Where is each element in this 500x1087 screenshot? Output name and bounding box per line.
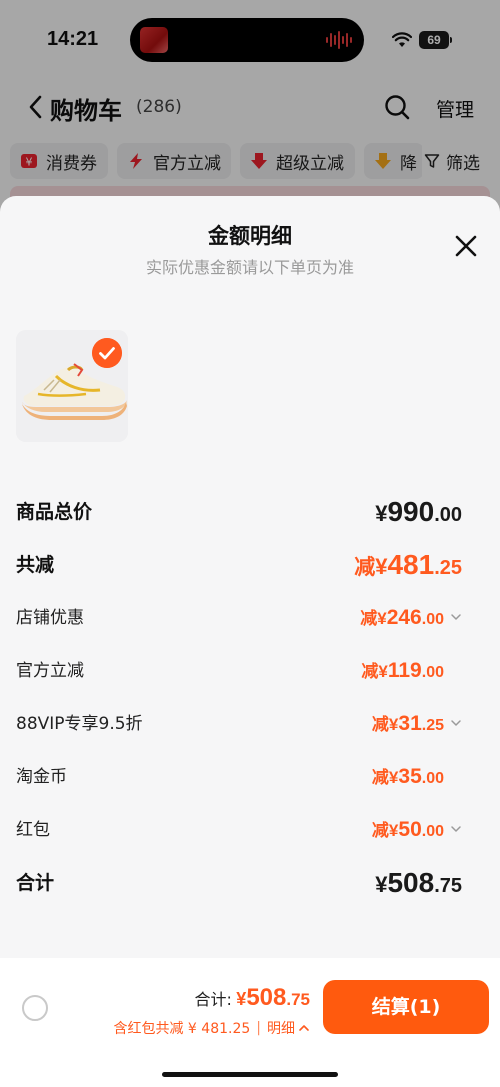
amount-row: 合计 ¥508.75: [16, 865, 462, 901]
amount-row-label: 合计: [16, 872, 55, 894]
amount-row-value: ¥508.75: [375, 865, 462, 906]
amount-row[interactable]: 店铺优惠 减¥246.00: [16, 600, 462, 636]
amount-row-value: 减¥31.25: [372, 706, 462, 744]
total-currency: ¥: [236, 989, 247, 1009]
total-amount: 合计: ¥508.75: [194, 984, 310, 1012]
amount-prefix: 减: [371, 821, 389, 841]
amount-row: 官方立减 减¥119.00: [16, 653, 462, 689]
amount-integer: 31: [398, 712, 422, 735]
amount-currency: ¥: [388, 768, 399, 787]
amount-decimal: .25: [434, 557, 462, 579]
amount-decimal: .00: [421, 611, 444, 628]
amount-integer: 35: [398, 765, 422, 788]
amount-row-label: 官方立减: [16, 661, 84, 681]
select-all-radio[interactable]: [22, 995, 48, 1021]
amount-row-label: 淘金币: [16, 767, 67, 787]
amount-prefix: 减: [360, 609, 378, 629]
home-indicator: [162, 1072, 338, 1077]
amount-row[interactable]: 88VIP专享9.5折 减¥31.25: [16, 706, 462, 742]
separator: |: [256, 1020, 261, 1036]
sheet-subtitle: 实际优惠金额请以下单页为准: [145, 258, 354, 277]
amount-prefix: 减: [354, 555, 376, 579]
chevron-down-icon: [451, 614, 461, 620]
amount-row-label: 商品总价: [16, 501, 93, 523]
chevron-down-icon: [451, 826, 461, 832]
amount-row-label: 88VIP专享9.5折: [16, 714, 143, 734]
amount-integer: 119: [387, 659, 422, 682]
amount-row: 共减 减¥481.25: [16, 547, 462, 583]
amount-detail-sheet: 金额明细 实际优惠金额请以下单页为准 商品总价 ¥990.00 共减 减¥481.25…: [0, 196, 500, 1087]
amount-row-label: 共减: [16, 554, 55, 576]
amount-integer: 990: [387, 496, 435, 527]
amount-decimal: .00: [421, 770, 444, 787]
checkout-button[interactable]: 结算(1): [323, 980, 489, 1034]
amount-currency: ¥: [388, 821, 399, 840]
amount-row-value: ¥990.00: [375, 494, 462, 535]
amount-row-value: 减¥481.25: [354, 547, 462, 588]
amount-currency: ¥: [375, 554, 388, 579]
amount-row: 商品总价 ¥990.00: [16, 494, 462, 530]
amount-decimal: .00: [434, 504, 462, 526]
amount-integer: 50: [398, 818, 422, 841]
amount-row-value: 减¥50.00: [372, 812, 462, 850]
amount-prefix: 减: [361, 662, 379, 682]
amount-currency: ¥: [378, 662, 388, 681]
chevron-up-icon: [299, 1025, 309, 1031]
total-decimal: .75: [286, 990, 310, 1009]
amount-integer: 508: [387, 867, 435, 898]
amount-integer: 481: [387, 549, 435, 580]
close-icon[interactable]: [452, 232, 480, 260]
amount-currency: ¥: [375, 501, 388, 526]
discount-text: 含红包共减 ¥ 481.25: [113, 1021, 251, 1037]
amount-decimal: .00: [421, 823, 444, 840]
amount-currency: ¥: [375, 872, 388, 897]
amount-integer: 246: [386, 606, 422, 629]
amount-row-label: 红包: [16, 820, 50, 840]
discount-summary: 含红包共减 ¥ 481.25 | 明细: [113, 1018, 310, 1038]
amount-currency: ¥: [377, 609, 387, 628]
total-label: 合计:: [194, 990, 232, 1009]
amount-row-value: 减¥119.00: [361, 653, 462, 691]
amount-row-label: 店铺优惠: [16, 608, 84, 628]
amount-decimal: .75: [434, 875, 462, 897]
sheet-title: 金额明细: [208, 224, 292, 248]
amount-row[interactable]: 红包 减¥50.00: [16, 812, 462, 848]
detail-toggle[interactable]: 明细: [267, 1018, 310, 1038]
amount-prefix: 减: [371, 715, 389, 735]
checkout-bar: 合计: ¥508.75 含红包共减 ¥ 481.25 | 明细 结算(1): [0, 958, 500, 1087]
amount-prefix: 减: [371, 768, 389, 788]
total-integer: 508: [246, 984, 287, 1011]
amount-row: 淘金币 减¥35.00: [16, 759, 462, 795]
selected-check-icon[interactable]: [92, 338, 122, 368]
amount-decimal: .00: [421, 664, 444, 681]
amount-decimal: .25: [421, 717, 444, 734]
amount-currency: ¥: [388, 715, 399, 734]
chevron-down-icon: [451, 720, 461, 726]
amount-row-value: 减¥35.00: [372, 759, 462, 797]
amount-row-value: 减¥246.00: [360, 600, 462, 638]
detail-label: 明细: [267, 1021, 295, 1037]
